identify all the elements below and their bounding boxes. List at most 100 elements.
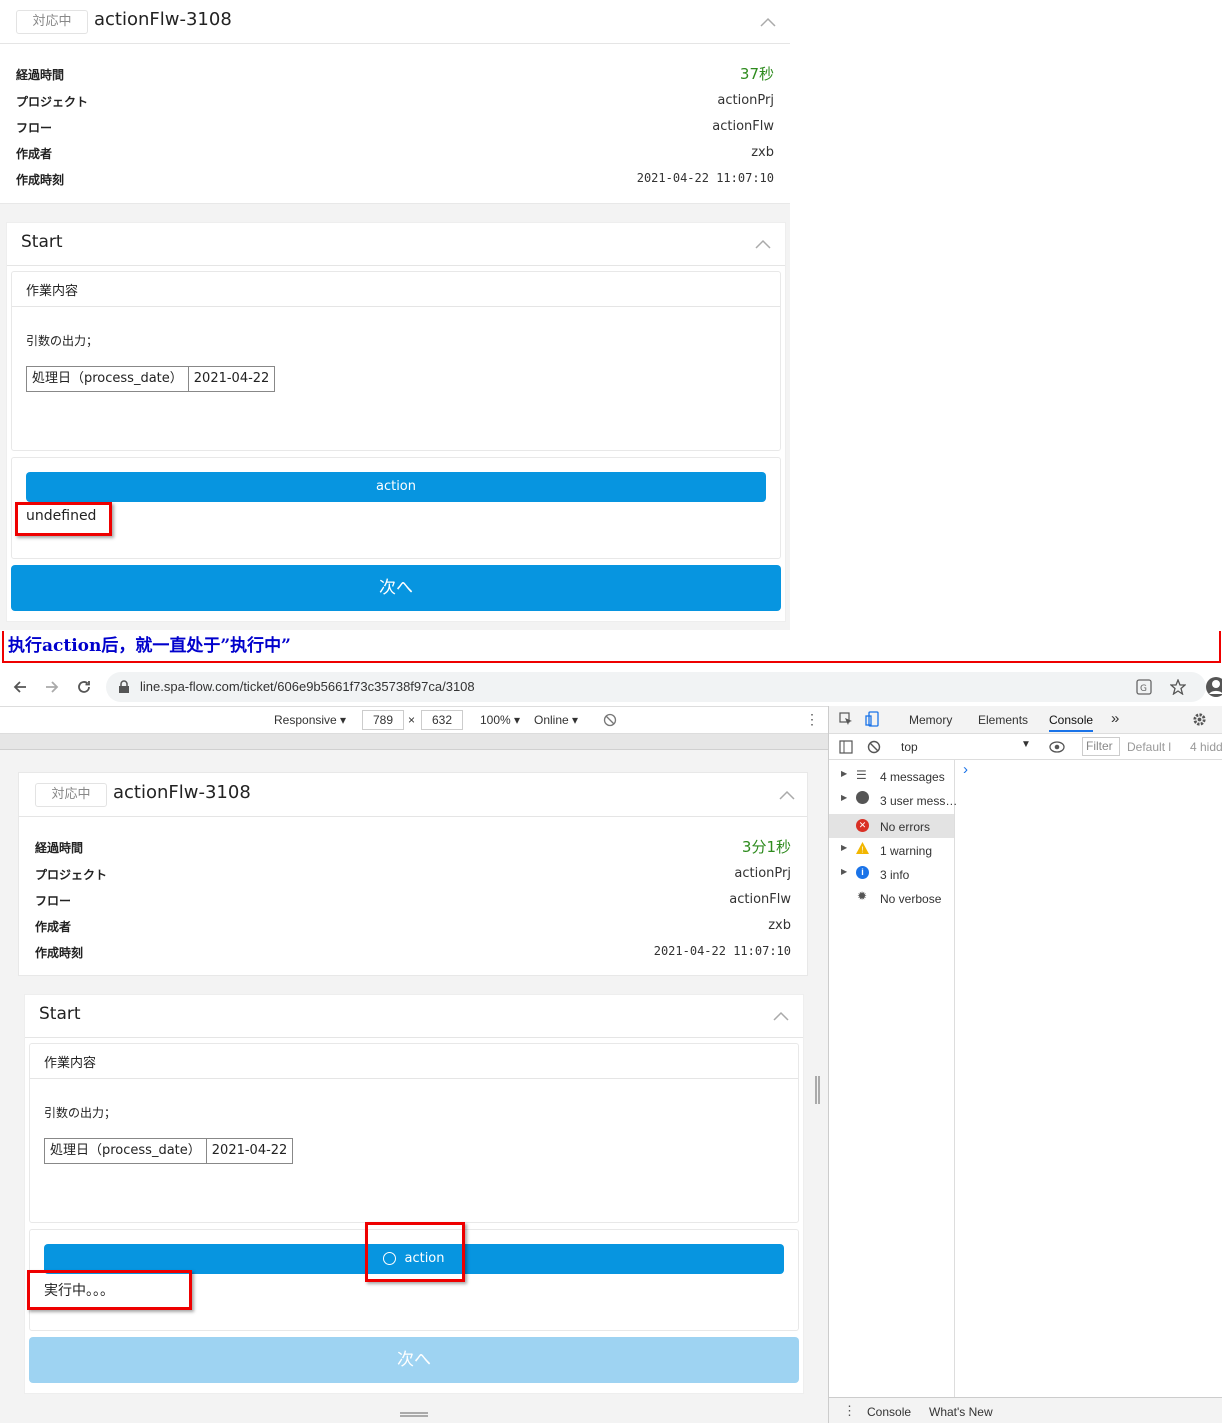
status-badge: 対応中 bbox=[35, 783, 107, 807]
drawer-tab-console[interactable]: Console bbox=[867, 1405, 911, 1419]
flow-value: actionFlw bbox=[729, 892, 791, 907]
sidebar-toggle-icon[interactable] bbox=[839, 740, 853, 754]
sidebar-item-errors[interactable]: ✕ No errors bbox=[829, 814, 954, 838]
live-expression-eye-icon[interactable] bbox=[1049, 741, 1065, 753]
flow-label: フロー bbox=[16, 121, 53, 135]
ticket-title: actionFlw-3108 bbox=[113, 782, 251, 803]
creator-label: 作成者 bbox=[35, 920, 72, 934]
ticket-title: actionFlw-3108 bbox=[94, 9, 232, 30]
created-at-value: 2021-04-22 11:07:10 bbox=[653, 944, 791, 958]
context-dropdown-icon[interactable]: ▼ bbox=[1021, 739, 1031, 750]
console-prompt[interactable]: › bbox=[963, 761, 968, 778]
args-label: 引数の出力； bbox=[26, 334, 99, 348]
back-icon[interactable] bbox=[12, 679, 28, 695]
work-content-box: 作業内容 引数の出力； 処理日（process_date） 2021-04-22 bbox=[11, 271, 781, 451]
sidebar-item-verbose[interactable]: ✹ No verbose bbox=[829, 888, 954, 910]
lock-icon bbox=[119, 680, 129, 693]
collapse-chevron-icon[interactable] bbox=[760, 17, 776, 27]
width-input[interactable]: 789 bbox=[362, 710, 404, 730]
more-tabs-button[interactable]: » bbox=[1111, 710, 1119, 727]
translate-icon[interactable]: G bbox=[1136, 679, 1152, 695]
sidebar-item-user-messages[interactable]: ▶ 3 user mess… bbox=[829, 790, 957, 812]
network-select[interactable]: Online ▾ bbox=[534, 713, 578, 727]
collapse-chevron-icon[interactable] bbox=[755, 239, 771, 249]
ticket-header-card: 対応中 actionFlw-3108 経過時間 3分1秒 プロジェクト acti… bbox=[18, 772, 808, 976]
list-icon: ☰ bbox=[856, 768, 867, 782]
clear-console-icon[interactable] bbox=[867, 740, 881, 754]
action-box: action undefined bbox=[11, 457, 781, 559]
filter-input[interactable]: Filter bbox=[1082, 737, 1120, 756]
expand-arrow-icon: ▶ bbox=[841, 867, 848, 876]
expand-arrow-icon: ▶ bbox=[841, 793, 848, 802]
log-levels-select[interactable]: Default l bbox=[1127, 740, 1171, 754]
collapse-chevron-icon[interactable] bbox=[779, 790, 795, 800]
reload-icon[interactable] bbox=[76, 679, 92, 695]
address-bar[interactable]: line.spa-flow.com/ticket/606e9b5661f73c3… bbox=[106, 672, 1206, 702]
project-value: actionPrj bbox=[717, 93, 774, 108]
error-icon: ✕ bbox=[856, 819, 869, 832]
args-label: 引数の出力； bbox=[44, 1106, 117, 1120]
warning-icon: ! bbox=[856, 842, 869, 855]
drawer-tab-whats-new[interactable]: What's New bbox=[929, 1405, 993, 1419]
divider bbox=[0, 43, 790, 44]
next-button[interactable]: 次へ bbox=[29, 1337, 799, 1383]
table-value: 2021-04-22 bbox=[205, 1139, 293, 1163]
splitter-handle[interactable] bbox=[815, 1076, 820, 1104]
console-toolbar: top ▼ Filter Default l 4 hidd bbox=[829, 734, 1222, 760]
step-title: Start bbox=[21, 232, 63, 252]
divider bbox=[30, 1078, 798, 1079]
elapsed-value: 3分1秒 bbox=[741, 838, 791, 856]
status-badge: 対応中 bbox=[16, 10, 88, 34]
collapse-chevron-icon[interactable] bbox=[773, 1011, 789, 1021]
sidebar-item-warnings[interactable]: ▶ ! 1 warning bbox=[829, 840, 954, 862]
height-input[interactable]: 632 bbox=[421, 710, 463, 730]
hidden-count: 4 hidd bbox=[1190, 740, 1222, 754]
elapsed-value: 37秒 bbox=[739, 65, 774, 83]
tab-memory[interactable]: Memory bbox=[909, 713, 952, 727]
elapsed-label: 経過時間 bbox=[16, 68, 65, 82]
zoom-select[interactable]: 100% ▾ bbox=[480, 713, 520, 727]
device-select[interactable]: Responsive ▾ bbox=[274, 713, 346, 727]
top-screenshot: 対応中 actionFlw-3108 経過時間 37秒 プロジェクト actio… bbox=[0, 0, 790, 630]
step-card: Start 作業内容 引数の出力； 処理日（process_date） 2021… bbox=[24, 994, 804, 1394]
inspect-icon[interactable] bbox=[839, 712, 853, 726]
flow-value: actionFlw bbox=[712, 119, 774, 134]
expand-arrow-icon: ▶ bbox=[841, 843, 848, 852]
flow-label: フロー bbox=[35, 894, 72, 908]
sidebar-item-label: No errors bbox=[880, 820, 931, 834]
profile-avatar-icon[interactable] bbox=[1205, 676, 1222, 698]
settings-gear-icon[interactable] bbox=[1192, 712, 1207, 727]
project-label: プロジェクト bbox=[35, 868, 108, 882]
tab-console[interactable]: Console bbox=[1049, 713, 1094, 732]
creator-value: zxb bbox=[751, 145, 774, 160]
action-button[interactable]: action bbox=[26, 472, 766, 502]
tab-elements[interactable]: Elements bbox=[978, 713, 1028, 727]
work-content-title: 作業内容 bbox=[26, 284, 79, 299]
filter-placeholder: Filter bbox=[1086, 739, 1113, 753]
more-options-icon[interactable]: ⋮ bbox=[805, 711, 819, 728]
device-mode-icon[interactable] bbox=[865, 711, 879, 727]
sidebar-item-info[interactable]: ▶ i 3 info bbox=[829, 864, 954, 886]
svg-text:!: ! bbox=[861, 846, 863, 855]
args-table: 処理日（process_date） 2021-04-22 bbox=[26, 366, 276, 392]
sidebar-item-messages[interactable]: ▶ ☰ 4 messages bbox=[829, 766, 954, 788]
rotate-icon[interactable] bbox=[603, 713, 617, 727]
expand-arrow-icon: ▶ bbox=[841, 769, 848, 778]
console-sidebar: ▶ ☰ 4 messages ▶ 3 user mess… ✕ No error… bbox=[829, 760, 957, 1397]
divider bbox=[7, 265, 785, 266]
context-select[interactable]: top bbox=[901, 740, 918, 754]
bookmark-star-icon[interactable] bbox=[1170, 679, 1186, 695]
created-at-label: 作成時刻 bbox=[16, 173, 65, 187]
work-content-box: 作業内容 引数の出力； 処理日（process_date） 2021-04-22 bbox=[29, 1043, 799, 1223]
devtools-tabbar: Memory Elements Console » bbox=[829, 706, 1222, 734]
highlight-box bbox=[27, 1270, 192, 1310]
bug-icon: ✹ bbox=[857, 889, 868, 903]
forward-icon[interactable] bbox=[44, 679, 60, 695]
divider bbox=[12, 306, 780, 307]
annotation-text: 执行action后，就一直处于”执行中” bbox=[8, 636, 291, 656]
table-key: 処理日（process_date） bbox=[50, 1143, 201, 1158]
media-query-bar bbox=[0, 734, 828, 750]
next-button[interactable]: 次へ bbox=[11, 565, 781, 611]
resize-handle-icon[interactable] bbox=[400, 1412, 428, 1417]
drawer-menu-icon[interactable]: ⋮ bbox=[843, 1403, 856, 1419]
